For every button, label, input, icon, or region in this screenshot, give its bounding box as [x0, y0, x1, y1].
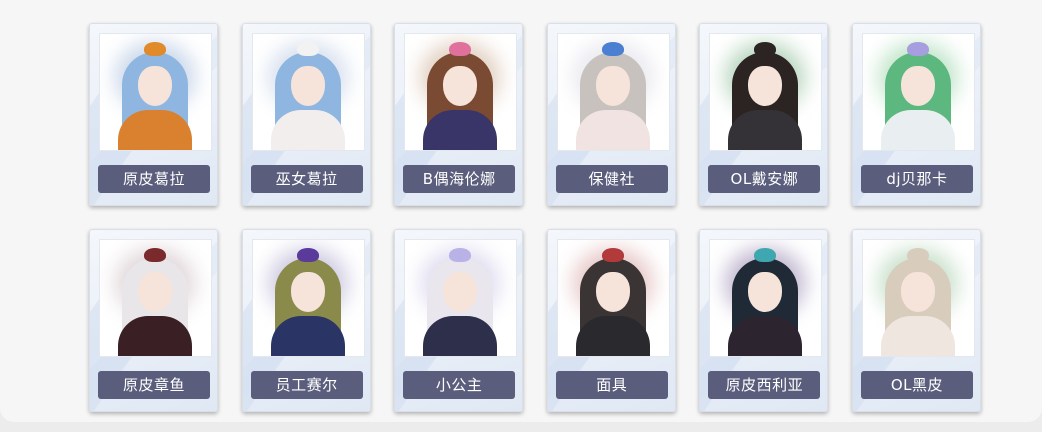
portrait-accessory — [144, 42, 166, 56]
character-portrait — [99, 239, 212, 357]
character-name-label: 员工赛尔 — [250, 371, 363, 399]
portrait-body — [880, 110, 955, 150]
character-card[interactable]: 原皮西利亚 — [699, 229, 829, 412]
character-grid: 原皮葛拉 巫女葛拉 B偶海伦娜 保健社 OL戴安娜 dj贝那卡原皮章鱼 员工赛尔 小公主 面具 原… — [89, 23, 981, 412]
character-name-label: OL戴安娜 — [708, 165, 821, 193]
character-card[interactable]: 巫女葛拉 — [241, 23, 371, 206]
portrait-body — [270, 110, 345, 150]
character-card[interactable]: 员工赛尔 — [241, 229, 371, 412]
character-portrait — [556, 239, 670, 357]
character-portrait — [99, 33, 212, 151]
character-name-label: 原皮章鱼 — [98, 371, 210, 399]
portrait-face — [900, 272, 935, 312]
portrait-face — [290, 272, 325, 312]
portrait-accessory — [601, 42, 624, 56]
portrait-face — [138, 66, 172, 106]
portrait-accessory — [906, 248, 929, 262]
portrait-body — [423, 110, 498, 150]
character-portrait — [404, 33, 518, 151]
character-name-label: OL黑皮 — [860, 371, 973, 399]
portrait-body — [575, 110, 650, 150]
portrait-face — [595, 66, 630, 106]
character-card[interactable]: OL戴安娜 — [699, 23, 829, 206]
character-portrait — [709, 239, 823, 357]
portrait-accessory — [601, 248, 624, 262]
character-portrait — [861, 33, 975, 151]
character-name-label: B偶海伦娜 — [403, 165, 516, 193]
character-select-panel: 原皮葛拉 巫女葛拉 B偶海伦娜 保健社 OL戴安娜 dj贝那卡原皮章鱼 员工赛尔 小公主 面具 原… — [0, 0, 1042, 422]
character-name-label: 巫女葛拉 — [250, 165, 363, 193]
character-portrait — [251, 33, 365, 151]
character-name-label: 原皮西利亚 — [708, 371, 821, 399]
character-name-label: 原皮葛拉 — [98, 165, 210, 193]
character-card[interactable]: 原皮章鱼 — [89, 229, 218, 412]
portrait-face — [595, 272, 630, 312]
portrait-body — [423, 316, 498, 356]
character-portrait — [709, 33, 823, 151]
portrait-accessory — [449, 248, 472, 262]
character-card[interactable]: 原皮葛拉 — [89, 23, 218, 206]
portrait-body — [118, 110, 192, 150]
character-card[interactable]: 保健社 — [546, 23, 676, 206]
portrait-body — [575, 316, 650, 356]
character-portrait — [556, 33, 670, 151]
portrait-accessory — [906, 42, 929, 56]
portrait-accessory — [754, 248, 777, 262]
character-name-label: 小公主 — [403, 371, 516, 399]
portrait-body — [118, 316, 192, 356]
character-card[interactable]: OL黑皮 — [851, 229, 981, 412]
portrait-face — [443, 66, 478, 106]
portrait-face — [138, 272, 172, 312]
character-card[interactable]: dj贝那卡 — [851, 23, 981, 206]
portrait-body — [728, 316, 803, 356]
character-card[interactable]: B偶海伦娜 — [394, 23, 524, 206]
portrait-face — [900, 66, 935, 106]
character-name-label: dj贝那卡 — [860, 165, 973, 193]
portrait-accessory — [449, 42, 472, 56]
character-portrait — [404, 239, 518, 357]
portrait-accessory — [296, 42, 319, 56]
portrait-face — [443, 272, 478, 312]
character-card[interactable]: 小公主 — [394, 229, 524, 412]
portrait-body — [728, 110, 803, 150]
character-card[interactable]: 面具 — [546, 229, 676, 412]
portrait-accessory — [144, 248, 166, 262]
character-portrait — [251, 239, 365, 357]
portrait-body — [270, 316, 345, 356]
character-name-label: 面具 — [555, 371, 668, 399]
portrait-body — [880, 316, 955, 356]
character-portrait — [861, 239, 975, 357]
portrait-face — [290, 66, 325, 106]
portrait-accessory — [754, 42, 777, 56]
character-name-label: 保健社 — [555, 165, 668, 193]
portrait-accessory — [296, 248, 319, 262]
